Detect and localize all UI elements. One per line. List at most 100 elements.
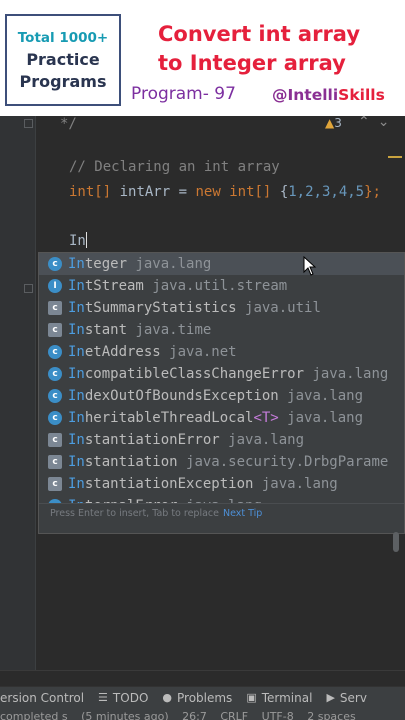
status-bar: completed s (5 minutes ago) 26:7 CRLF UT…: [0, 708, 405, 720]
channel-handle: @IntelliSkills: [272, 86, 385, 104]
error-stripe-mark[interactable]: [388, 156, 402, 158]
inspection-widget[interactable]: ▲3: [325, 116, 342, 130]
class-name-rest: heritableThreadLocal: [84, 410, 254, 426]
abstract-class-icon: c: [48, 477, 62, 491]
class-name-rest: dexOutOfBoundsException: [84, 388, 279, 404]
package-name: java.lang: [312, 366, 389, 382]
tool-window-label: ersion Control: [0, 690, 85, 705]
class-icon: c: [48, 411, 62, 425]
tool-window-todo[interactable]: ☰ TODO: [98, 691, 148, 705]
variable-name: intArr: [119, 184, 171, 200]
package-name: java.lang: [287, 410, 364, 426]
completion-item[interactable]: I IntStream java.util.stream: [39, 275, 404, 297]
class-icon: c: [48, 345, 62, 359]
chevron-down-icon[interactable]: ⌄: [378, 114, 398, 130]
class-name-rest: tSummaryStatistics: [84, 300, 237, 316]
warning-triangle-icon: ▲: [325, 116, 335, 130]
package-name: java.lang: [261, 476, 338, 492]
tool-window-terminal[interactable]: ▣ Terminal: [246, 691, 312, 705]
class-name-rest: teger: [84, 256, 128, 272]
class-name-rest: stantiationError: [84, 432, 220, 448]
comment-end: */: [60, 116, 77, 132]
match-text: In: [68, 432, 85, 448]
badge-line-3: Programs: [19, 72, 107, 91]
video-banner: Total 1000+ Practice Programs Convert in…: [0, 0, 405, 116]
abstract-class-icon: c: [48, 455, 62, 469]
abstract-class-icon: c: [48, 323, 62, 337]
brace-open: {: [279, 184, 289, 200]
tool-window-services[interactable]: ▶ Serv: [326, 691, 367, 705]
class-name-rest: stant: [84, 322, 128, 338]
highlight-navigation[interactable]: ⌃⌄: [358, 114, 397, 130]
class-name-rest: tStream: [84, 278, 144, 294]
assign-operator: =: [178, 184, 188, 200]
tool-window-problems[interactable]: ● Problems: [162, 691, 232, 705]
headline-line-1: Convert int array: [158, 22, 361, 46]
match-text: In: [68, 454, 85, 470]
completion-item[interactable]: c InstantiationException java.lang: [39, 473, 404, 495]
code-comment: // Declaring an int array: [69, 159, 280, 175]
chevron-up-icon[interactable]: ⌃: [358, 114, 378, 130]
tool-window-version-control[interactable]: ersion Control: [0, 691, 84, 705]
handle-highlight: Skills: [338, 86, 385, 104]
completion-item[interactable]: c InheritableThreadLocal<T> java.lang: [39, 407, 404, 429]
services-icon: ▶: [326, 691, 335, 704]
completion-item[interactable]: c InetAddress java.net: [39, 341, 404, 363]
match-text: In: [68, 476, 85, 492]
brace-close: };: [364, 184, 381, 200]
handle-prefix: @Intelli: [272, 86, 339, 104]
program-number: Program- 97: [131, 84, 236, 104]
status-message[interactable]: completed s: [0, 708, 68, 720]
match-text: In: [68, 388, 85, 404]
editor-gutter[interactable]: [0, 116, 36, 686]
package-name: java.util: [245, 300, 321, 316]
class-icon: c: [48, 389, 62, 403]
warning-count: 3: [334, 116, 342, 130]
typed-line[interactable]: In: [69, 232, 87, 249]
package-name: java.lang: [287, 388, 364, 404]
completion-list[interactable]: c Integer java.lang I IntStream java.util.s…: [39, 253, 404, 517]
mouse-cursor-icon: [303, 256, 317, 276]
file-encoding[interactable]: UTF-8: [262, 708, 294, 720]
package-name: java.lang: [135, 256, 212, 272]
completion-hint: Press Enter to insert, Tab to replace: [50, 508, 219, 519]
next-tip-link[interactable]: Next Tip: [223, 508, 262, 519]
editor-bottom-area: [0, 670, 405, 686]
completion-item[interactable]: c Integer java.lang: [39, 253, 404, 275]
line-separator[interactable]: CRLF: [220, 708, 248, 720]
fold-marker-icon[interactable]: [24, 284, 33, 293]
code-completion-popup[interactable]: c Integer java.lang I IntStream java.util.s…: [38, 252, 405, 534]
typed-text: In: [69, 233, 86, 249]
completion-scrollbar[interactable]: [393, 532, 399, 552]
completion-item[interactable]: c IntSummaryStatistics java.util: [39, 297, 404, 319]
indent-setting[interactable]: 2 spaces: [307, 708, 356, 720]
match-text: In: [68, 322, 85, 338]
status-time: (5 minutes ago): [81, 710, 169, 720]
completion-item[interactable]: c InstantiationError java.lang: [39, 429, 404, 451]
match-text: In: [68, 278, 85, 294]
completion-footer: Press Enter to insert, Tab to replace Nex…: [39, 503, 404, 533]
completion-item[interactable]: c IncompatibleClassChangeError java.lang: [39, 363, 404, 385]
headline-line-2: to Integer array: [158, 51, 346, 75]
package-name: java.lang: [228, 432, 305, 448]
completion-item[interactable]: c IndexOutOfBoundsException java.lang: [39, 385, 404, 407]
class-icon: c: [48, 257, 62, 271]
banner-headline: Convert int array to Integer array: [158, 20, 403, 78]
match-text: In: [68, 256, 85, 272]
code-declaration: int[] intArr = new int[] {1,2,3,4,5};: [69, 184, 381, 200]
match-text: In: [68, 366, 85, 382]
text-caret: [85, 232, 87, 248]
abstract-class-icon: c: [48, 301, 62, 315]
interface-icon: I: [48, 279, 62, 293]
tool-window-bar: ersion Control ☰ TODO ● Problems ▣ Terminal…: [0, 686, 405, 708]
fold-marker-icon[interactable]: [24, 119, 33, 128]
terminal-icon: ▣: [246, 691, 257, 704]
match-text: In: [68, 410, 85, 426]
completion-item[interactable]: c Instantiation java.security.DrbgParame: [39, 451, 404, 473]
package-name: java.security.DrbgParame: [186, 454, 389, 470]
array-values: 1,2,3,4,5: [288, 184, 365, 200]
completion-item[interactable]: c Instant java.time: [39, 319, 404, 341]
class-name-rest: etAddress: [84, 344, 161, 360]
caret-position[interactable]: 26:7: [182, 708, 207, 720]
class-name-rest: stantiation: [84, 454, 178, 470]
